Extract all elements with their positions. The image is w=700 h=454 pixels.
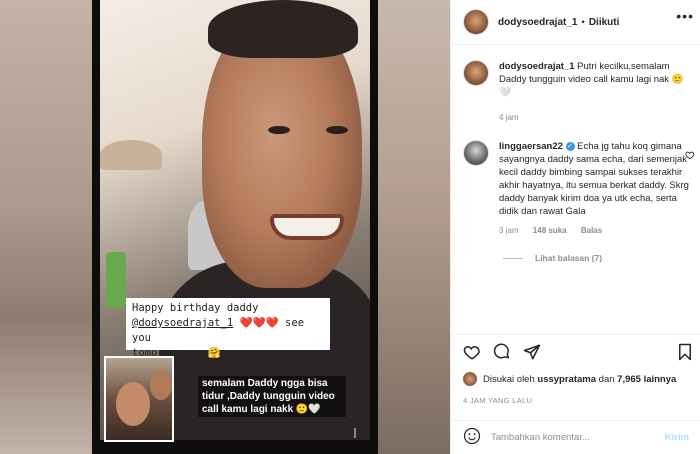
comment-time[interactable]: 3 jam (499, 226, 519, 235)
likes-count[interactable]: 7,965 lainnya (617, 374, 676, 385)
person-eye (326, 126, 348, 134)
person-hair (208, 0, 358, 58)
person-eye (268, 126, 290, 134)
post-timestamp[interactable]: 4 JAM YANG LALU (463, 396, 532, 405)
background-lamp (100, 140, 162, 170)
share-icon[interactable] (523, 343, 541, 364)
likes-summary: Disukai oleh ussypratama dan 7,965 lainn… (463, 372, 676, 386)
separator-dot: • (581, 16, 585, 28)
thumbnail-face (116, 382, 150, 426)
video-caption: semalam Daddy ngga bisa tidur ,Daddy tun… (198, 376, 346, 417)
media-blur-left (0, 0, 92, 454)
comment-meta: 3 jam 148 suka Balas (499, 226, 689, 235)
comment-likes[interactable]: 148 suka (533, 226, 567, 235)
likes-connector: dan (598, 373, 615, 385)
hearts-emoji: ❤️❤️❤️ (239, 317, 279, 329)
comment-input[interactable]: Tambahkan komentar... (491, 432, 665, 443)
avatar[interactable] (463, 9, 489, 35)
card-line-2: @dodysoedrajat_1 ❤️❤️❤️ see you (132, 316, 324, 346)
video-indicator (354, 428, 356, 438)
birthday-card: Happy birthday daddy @dodysoedrajat_1 ❤️… (126, 298, 330, 359)
heart-icon[interactable] (463, 343, 481, 364)
caption-username[interactable]: dodysoedrajat_1 (499, 61, 575, 72)
view-replies-label: Lihat balasan (7) (535, 253, 603, 263)
follow-status-button[interactable]: Diikuti (589, 17, 620, 28)
post-comment-button[interactable]: Kirim (665, 432, 689, 443)
likes-prefix: Disukai oleh (483, 373, 535, 385)
caption-comment: dodysoedrajat_1 Putri kecilku,semalam Da… (451, 46, 700, 122)
header-username[interactable]: dodysoedrajat_1 (498, 17, 577, 28)
media-blur-right (378, 0, 450, 454)
comment-like-icon[interactable] (685, 150, 695, 163)
add-comment-bar: Tambahkan komentar... Kirim (451, 420, 700, 454)
post-side-panel: dodysoedrajat_1 • Diikuti ••• dodysoedra… (450, 0, 700, 454)
comment-icon[interactable] (493, 343, 511, 364)
phone-frame: Happy birthday daddy @dodysoedrajat_1 ❤️… (92, 0, 378, 454)
hug-emoji: 🤗 (207, 347, 221, 359)
avatar[interactable] (463, 140, 489, 166)
liker-username[interactable]: ussypratama (537, 374, 596, 385)
comment-text-line: linggaersan22 ✓ Echa jg tahu koq gimana … (499, 140, 689, 218)
selfie-thumbnail (104, 356, 174, 442)
liker-avatar[interactable] (463, 372, 477, 386)
emoji-icon[interactable] (463, 427, 481, 448)
thumbnail-face (150, 370, 172, 400)
reply-button[interactable]: Balas (581, 226, 602, 235)
caption-time[interactable]: 4 jam (499, 113, 519, 122)
comment-text: Echa jg tahu koq gimana sayangnya daddy … (499, 141, 689, 217)
post-header: dodysoedrajat_1 • Diikuti ••• (451, 0, 700, 45)
post-media[interactable]: Happy birthday daddy @dodysoedrajat_1 ❤️… (0, 0, 450, 454)
person-smile (270, 214, 344, 240)
caption-meta: 4 jam (499, 113, 689, 122)
comment-username[interactable]: linggaersan22 (499, 141, 563, 152)
verified-badge-icon: ✓ (565, 141, 575, 151)
comments-list[interactable]: dodysoedrajat_1 Putri kecilku,semalam Da… (451, 46, 700, 334)
more-options-icon[interactable]: ••• (676, 8, 694, 24)
background-bottle (106, 252, 126, 308)
bookmark-icon[interactable] (677, 343, 693, 364)
comment-item: linggaersan22 ✓ Echa jg tahu koq gimana … (451, 140, 700, 235)
avatar[interactable] (463, 60, 489, 86)
action-bar (451, 334, 700, 370)
card-handle: @dodysoedrajat_1 (132, 317, 234, 329)
card-line-1: Happy birthday daddy (132, 302, 259, 314)
replies-line (503, 257, 523, 259)
caption-text-line: dodysoedrajat_1 Putri kecilku,semalam Da… (499, 60, 689, 99)
view-replies-button[interactable]: Lihat balasan (7) (503, 253, 700, 263)
